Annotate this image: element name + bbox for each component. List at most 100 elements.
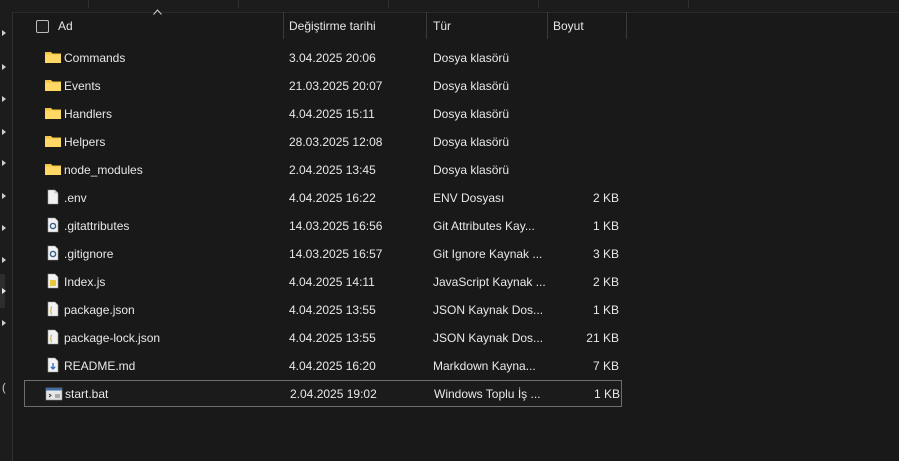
toolbar-divider [88, 0, 89, 8]
file-date: 4.04.2025 13:55 [289, 302, 376, 317]
toolbar-divider [238, 0, 239, 8]
file-type: ENV Dosyası [433, 190, 505, 205]
file-name: Handlers [64, 106, 113, 121]
file-name: README.md [64, 358, 136, 373]
file-row[interactable]: .gitignore 14.03.2025 16:57 Git Ignore K… [24, 240, 622, 267]
expand-chevron-icon[interactable] [1, 64, 7, 70]
file-size: 3 KB [592, 246, 619, 261]
file-date: 2.04.2025 19:02 [290, 386, 377, 401]
file-row[interactable]: Handlers 4.04.2025 15:11 Dosya klasörü [24, 100, 622, 127]
file-name: Commands [64, 50, 126, 65]
file-size [554, 156, 619, 183]
column-header-size[interactable]: Boyut [548, 12, 627, 39]
file-row[interactable]: Index.js 4.04.2025 14:11 JavaScript Kayn… [24, 268, 622, 295]
file-size: 21 KB [586, 330, 619, 345]
file-type: Dosya klasörü [433, 134, 510, 149]
folder-icon [45, 136, 61, 147]
expand-chevron-icon[interactable] [1, 96, 7, 102]
file-name: package.json [64, 302, 135, 317]
file-date: 14.03.2025 16:57 [289, 246, 383, 261]
file-name: node_modules [64, 162, 143, 177]
file-date: 4.04.2025 15:11 [289, 106, 375, 121]
markdown-file-icon [47, 357, 59, 373]
file-date: 4.04.2025 16:20 [289, 358, 376, 373]
file-date: 2.04.2025 13:45 [289, 162, 376, 177]
json-file-icon [47, 329, 59, 345]
file-date: 21.03.2025 20:07 [289, 78, 383, 93]
file-type: Git Attributes Kay... [433, 218, 535, 233]
file-size [554, 128, 619, 155]
file-name: .gitignore [64, 246, 114, 261]
js-file-icon [47, 273, 59, 289]
column-header-type[interactable]: Tür [427, 12, 548, 39]
file-size: 7 KB [592, 358, 619, 373]
column-header-name[interactable]: Ad [12, 12, 284, 39]
folder-icon [45, 164, 61, 175]
file-size: 1 KB [592, 302, 619, 317]
folder-icon [45, 108, 61, 119]
file-type: Dosya klasörü [433, 50, 510, 65]
file-row[interactable]: .env 4.04.2025 16:22 ENV Dosyası 2 KB [24, 184, 622, 211]
column-header-date-label: Değiştirme tarihi [289, 18, 376, 33]
expand-chevron-icon[interactable] [1, 225, 7, 231]
file-type: Dosya klasörü [433, 78, 510, 93]
file-row[interactable]: Events 21.03.2025 20:07 Dosya klasörü [24, 72, 622, 99]
file-row[interactable]: README.md 4.04.2025 16:20 Markdown Kayna… [24, 352, 622, 379]
column-header-date[interactable]: Değiştirme tarihi [283, 12, 427, 39]
file-row[interactable]: .gitattributes 14.03.2025 16:56 Git Attr… [24, 212, 622, 239]
file-type: JSON Kaynak Dos... [433, 330, 544, 345]
file-size [554, 72, 619, 99]
file-type: JSON Kaynak Dos... [433, 302, 544, 317]
config-file-icon [47, 217, 59, 233]
batch-file-icon [45, 387, 63, 401]
nav-truncated-label: ( [2, 382, 6, 394]
file-row[interactable]: package.json 4.04.2025 13:55 JSON Kaynak… [24, 296, 622, 323]
column-header-row: Ad Değiştirme tarihi Tür Boyut [12, 12, 899, 39]
config-file-icon [47, 245, 59, 261]
expand-chevron-icon[interactable] [1, 288, 7, 294]
file-type: Dosya klasörü [433, 106, 510, 121]
toolbar-divider [688, 0, 689, 8]
column-header-size-label: Boyut [553, 18, 584, 33]
file-row[interactable]: node_modules 2.04.2025 13:45 Dosya klasö… [24, 156, 622, 183]
file-row[interactable]: Helpers 28.03.2025 12:08 Dosya klasörü [24, 128, 622, 155]
json-file-icon [47, 301, 59, 317]
file-name: .gitattributes [64, 218, 130, 233]
file-date: 28.03.2025 12:08 [289, 134, 383, 149]
file-name: Events [64, 78, 101, 93]
file-row[interactable]: package-lock.json 4.04.2025 13:55 JSON K… [24, 324, 622, 351]
folder-icon [45, 80, 61, 91]
expand-chevron-icon[interactable] [1, 129, 7, 135]
file-name: Helpers [64, 134, 106, 149]
expand-chevron-icon[interactable] [1, 160, 7, 166]
file-type: Windows Toplu İş ... [434, 386, 541, 401]
toolbar-divider [538, 0, 539, 8]
navigation-pane[interactable]: ( [0, 12, 13, 461]
file-type: Dosya klasörü [433, 162, 510, 177]
expand-chevron-icon[interactable] [1, 257, 7, 263]
blank-file-icon [47, 189, 59, 205]
file-type: JavaScript Kaynak ... [433, 274, 546, 289]
toolbar-divider [388, 0, 389, 8]
column-header-name-label: Ad [58, 18, 73, 33]
expand-chevron-icon[interactable] [1, 193, 7, 199]
folder-icon [45, 52, 61, 63]
file-type: Git Ignore Kaynak ... [433, 246, 543, 261]
file-size [554, 44, 619, 71]
file-row[interactable]: Commands 3.04.2025 20:06 Dosya klasörü [24, 44, 622, 71]
file-size: 2 KB [592, 190, 619, 205]
file-name: package-lock.json [64, 330, 161, 345]
file-size: 1 KB [592, 218, 619, 233]
file-date: 4.04.2025 14:11 [289, 274, 375, 289]
file-date: 3.04.2025 20:06 [289, 50, 376, 65]
file-size [554, 100, 619, 127]
file-size: 2 KB [592, 274, 619, 289]
file-name: .env [64, 190, 87, 205]
file-row-selected[interactable]: start.bat 2.04.2025 19:02 Windows Toplu … [24, 380, 622, 407]
expand-chevron-icon[interactable] [1, 30, 7, 36]
file-type: Markdown Kayna... [433, 358, 536, 373]
column-header-type-label: Tür [433, 18, 451, 33]
file-date: 14.03.2025 16:56 [289, 218, 383, 233]
file-date: 4.04.2025 16:22 [289, 190, 376, 205]
expand-chevron-icon[interactable] [1, 320, 7, 326]
